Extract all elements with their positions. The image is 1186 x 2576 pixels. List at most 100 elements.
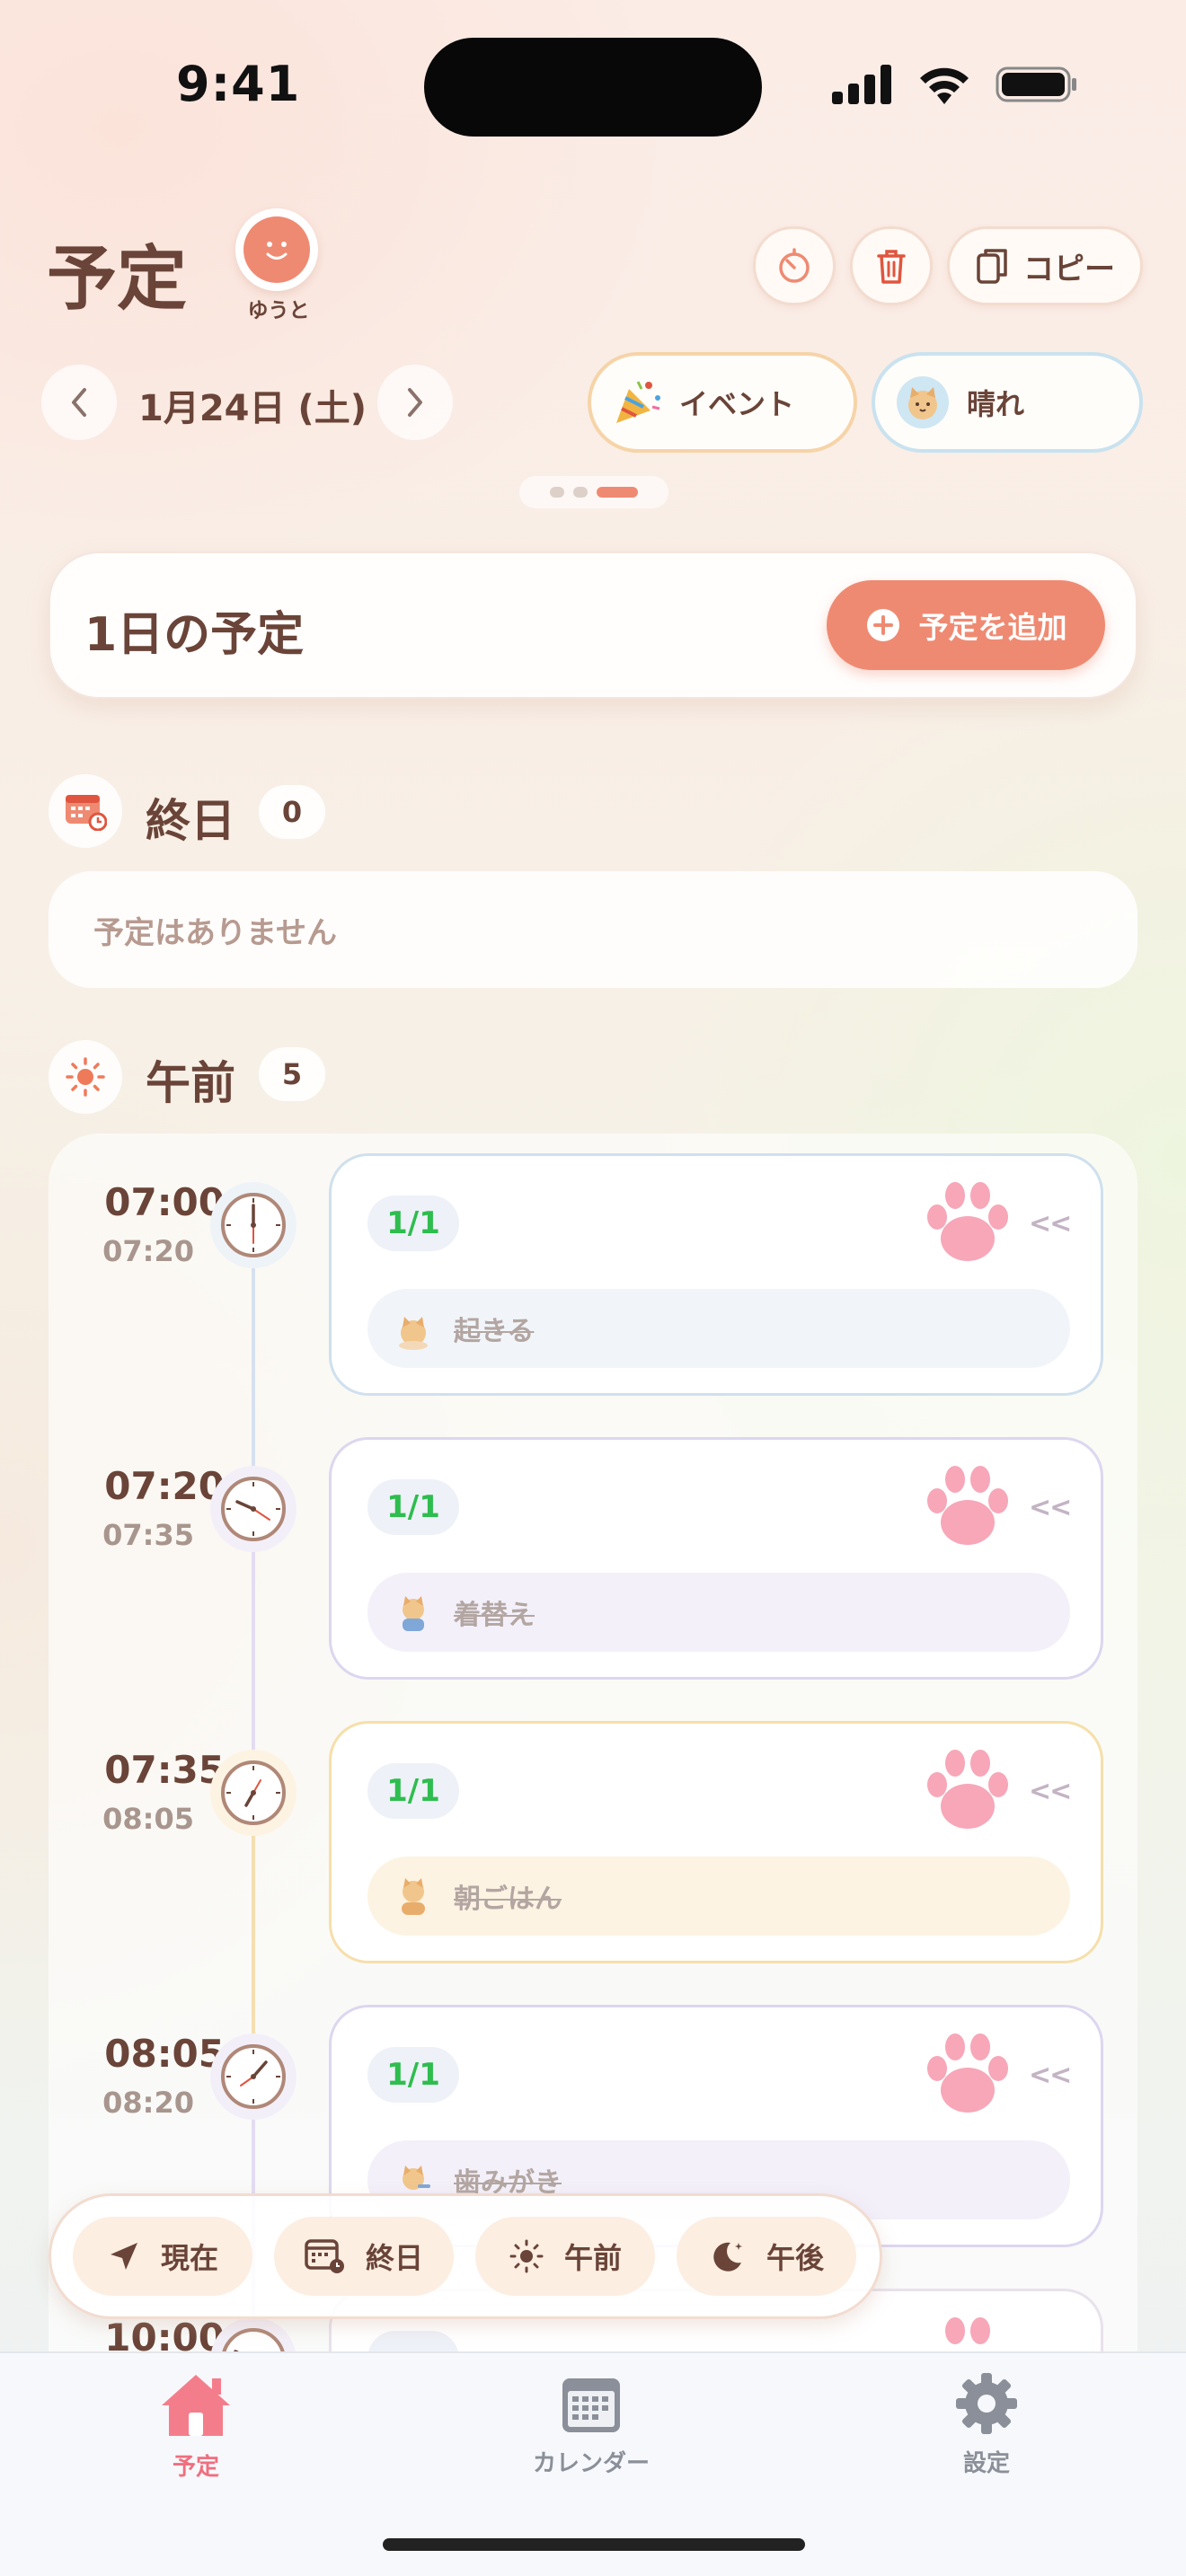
jump-afternoon-button[interactable]: 午後 bbox=[677, 2217, 856, 2296]
weather-label: 晴れ bbox=[967, 387, 1025, 421]
timeline-connector bbox=[252, 1513, 255, 1782]
page-dot bbox=[573, 487, 588, 498]
calendar-icon bbox=[562, 2378, 620, 2432]
weather-button[interactable]: 晴れ bbox=[872, 352, 1143, 453]
calendar-clock-icon bbox=[49, 774, 122, 848]
task-start-time: 07:00 bbox=[104, 1180, 225, 1224]
task-end-time: 07:35 bbox=[102, 1518, 194, 1552]
morning-count-badge: 5 bbox=[259, 1047, 325, 1101]
cellular-signal-icon bbox=[832, 65, 891, 104]
page-indicator[interactable] bbox=[519, 476, 668, 508]
delete-button[interactable] bbox=[850, 226, 933, 305]
collapse-chevron[interactable]: << bbox=[1029, 1776, 1072, 1807]
status-icons bbox=[832, 65, 1078, 104]
collapse-chevron[interactable]: << bbox=[1029, 1208, 1072, 1239]
timeline-connector bbox=[252, 1231, 255, 1500]
add-schedule-button[interactable]: 予定を追加 bbox=[827, 580, 1105, 670]
morning-section-title: 午前 bbox=[146, 1057, 235, 1109]
page-dot bbox=[550, 487, 564, 498]
chevron-left-icon bbox=[72, 388, 86, 417]
tab-calendar-label: カレンダー bbox=[532, 2450, 650, 2477]
jump-now-label: 現在 bbox=[160, 2241, 218, 2275]
copy-icon bbox=[977, 249, 1007, 284]
task-name: 着替え bbox=[454, 1600, 535, 1631]
home-icon bbox=[162, 2375, 230, 2436]
user-name: ゆうと bbox=[247, 299, 310, 322]
task-start-time: 07:20 bbox=[104, 1464, 225, 1508]
sun-icon bbox=[49, 1040, 122, 1114]
task-end-time: 08:20 bbox=[102, 2086, 194, 2120]
party-popper-icon bbox=[616, 381, 660, 423]
task-progress-badge: 1/1 bbox=[367, 2047, 459, 2103]
task-item[interactable]: 朝ごはん bbox=[367, 1857, 1070, 1936]
event-button[interactable]: イベント bbox=[588, 352, 857, 453]
paw-icon bbox=[927, 1750, 1008, 1829]
status-time: 9:41 bbox=[176, 56, 301, 112]
all-day-empty-state: 予定はありません bbox=[49, 871, 1137, 988]
timeline-connector bbox=[252, 1796, 255, 2066]
copy-label: コピー bbox=[1023, 251, 1115, 287]
clock-icon bbox=[210, 1750, 296, 1836]
task-start-time: 08:05 bbox=[104, 2032, 225, 2076]
task-name: 起きる bbox=[454, 1316, 535, 1347]
tab-settings[interactable]: 設定 bbox=[888, 2371, 1085, 2478]
dynamic-island bbox=[424, 38, 762, 137]
timer-button[interactable] bbox=[753, 226, 836, 305]
task-item[interactable]: 起きる bbox=[367, 1289, 1070, 1368]
event-label: イベント bbox=[679, 387, 795, 421]
trash-icon bbox=[877, 250, 906, 284]
day-schedule-title: 1日の予定 bbox=[84, 608, 305, 662]
paw-icon bbox=[927, 1182, 1008, 1261]
paw-icon bbox=[927, 1466, 1008, 1545]
cat-icon bbox=[402, 1878, 425, 1915]
task-progress-badge: 1/1 bbox=[367, 1479, 459, 1535]
clock-icon bbox=[210, 1466, 296, 1552]
section-jump-bar: 現在 終日 午前 午後 bbox=[49, 2193, 882, 2319]
gear-icon bbox=[956, 2373, 1017, 2434]
moon-stars-icon bbox=[713, 2242, 742, 2272]
tab-schedule-label: 予定 bbox=[172, 2454, 219, 2481]
task-end-time: 08:05 bbox=[102, 1802, 194, 1836]
sunny-cat-icon bbox=[897, 376, 949, 428]
calendar-clock-icon bbox=[305, 2239, 344, 2273]
jump-morning-button[interactable]: 午前 bbox=[475, 2217, 655, 2296]
jump-afternoon-label: 午後 bbox=[766, 2241, 824, 2275]
task-card[interactable]: 1/1 << 着替え bbox=[329, 1437, 1103, 1680]
task-progress-badge: 1/1 bbox=[367, 1195, 459, 1251]
collapse-chevron[interactable]: << bbox=[1029, 2060, 1072, 2091]
task-card[interactable]: 1/1 << 朝ごはん bbox=[329, 1721, 1103, 1963]
cat-icon bbox=[399, 1317, 428, 1350]
current-date[interactable]: 1月24日 (土) bbox=[138, 379, 367, 431]
copy-button[interactable]: コピー bbox=[947, 226, 1143, 305]
battery-icon bbox=[996, 66, 1076, 102]
cat-icon bbox=[403, 1596, 424, 1631]
home-indicator[interactable] bbox=[383, 2538, 805, 2551]
tab-schedule[interactable]: 予定 bbox=[97, 2371, 295, 2482]
sun-icon bbox=[509, 2239, 544, 2273]
jump-all-day-button[interactable]: 終日 bbox=[274, 2217, 454, 2296]
chevron-right-icon bbox=[408, 388, 422, 417]
jump-now-button[interactable]: 現在 bbox=[73, 2217, 252, 2296]
jump-all-day-label: 終日 bbox=[365, 2241, 423, 2275]
collapse-chevron[interactable]: << bbox=[1029, 1492, 1072, 1523]
wifi-icon bbox=[920, 67, 969, 104]
jump-morning-label: 午前 bbox=[563, 2241, 622, 2275]
add-schedule-label: 予定を追加 bbox=[918, 610, 1067, 645]
smiley-face-icon bbox=[243, 216, 310, 283]
tab-calendar[interactable]: カレンダー bbox=[492, 2371, 690, 2478]
previous-day-button[interactable] bbox=[41, 365, 117, 440]
day-schedule-card: 1日の予定 予定を追加 bbox=[49, 551, 1137, 699]
task-end-time: 07:20 bbox=[102, 1234, 194, 1268]
task-card[interactable]: 1/1 << 起きる bbox=[329, 1153, 1103, 1396]
user-avatar[interactable] bbox=[235, 208, 318, 291]
all-day-section-title: 終日 bbox=[146, 795, 235, 847]
all-day-count-badge: 0 bbox=[259, 785, 325, 839]
tab-settings-label: 設定 bbox=[962, 2450, 1010, 2477]
task-progress-badge: 1/1 bbox=[367, 1763, 459, 1819]
task-item[interactable]: 着替え bbox=[367, 1573, 1070, 1652]
clock-icon bbox=[210, 2033, 296, 2120]
page-title: 予定 bbox=[47, 239, 188, 320]
next-day-button[interactable] bbox=[377, 365, 453, 440]
task-start-time: 07:35 bbox=[104, 1748, 225, 1792]
clock-icon bbox=[210, 1182, 296, 1268]
